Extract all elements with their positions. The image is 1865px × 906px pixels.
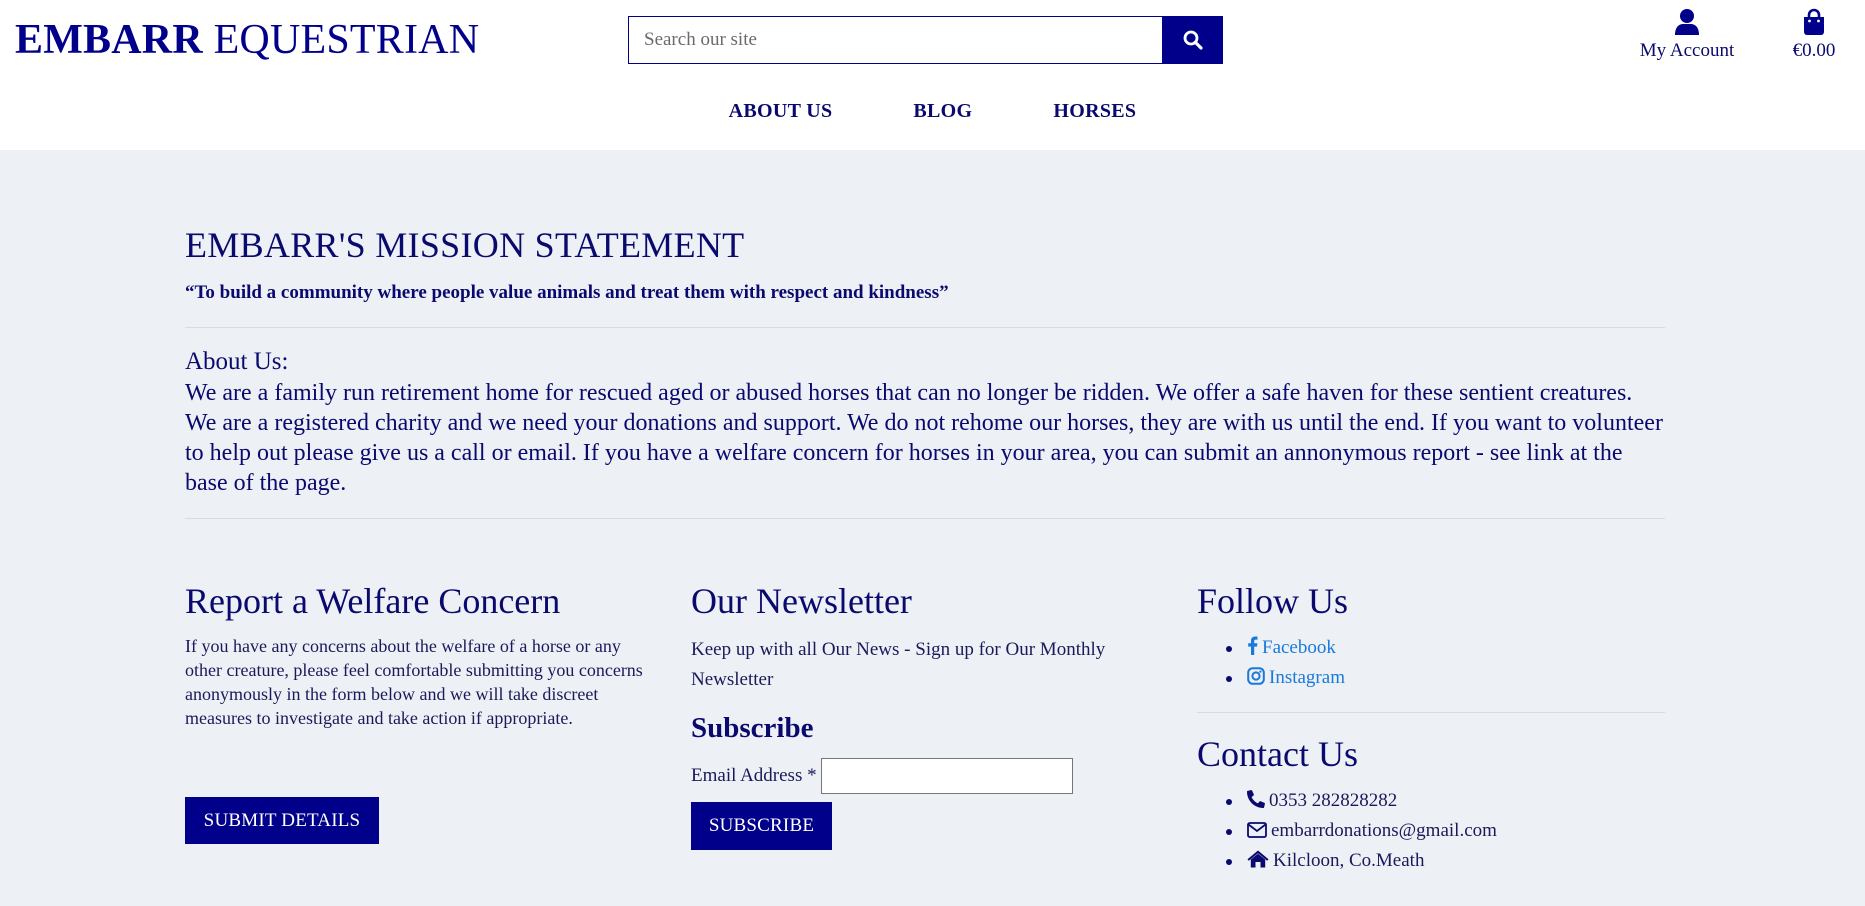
search-input[interactable] — [628, 16, 1162, 64]
subscribe-button[interactable]: SUBSCRIBE — [691, 802, 832, 850]
follow-heading: Follow Us — [1197, 581, 1349, 621]
mission-title: EMBARR'S MISSION STATEMENT — [185, 225, 745, 265]
facebook-icon — [1248, 636, 1258, 655]
about-heading: About Us: — [185, 348, 289, 375]
brand-name-light: EQUESTRIAN — [213, 17, 480, 63]
phone-icon — [1247, 790, 1265, 808]
search-button[interactable] — [1162, 16, 1223, 64]
list-item: Facebook — [1197, 633, 1345, 663]
my-account-link[interactable]: My Account — [1630, 8, 1744, 62]
my-account-label: My Account — [1639, 40, 1735, 61]
nav-horses[interactable]: HORSES — [1053, 100, 1136, 122]
instagram-label: Instagram — [1269, 667, 1345, 688]
instagram-link[interactable]: Instagram — [1247, 667, 1345, 688]
nav-blog[interactable]: BLOG — [913, 100, 972, 122]
brand-name-bold: EMBARR — [15, 17, 203, 63]
divider — [185, 327, 1665, 328]
search-form — [628, 16, 1223, 64]
instagram-icon — [1247, 667, 1265, 685]
email-input[interactable] — [820, 758, 1073, 794]
list-item: 0353 282828282 — [1197, 786, 1497, 816]
facebook-label: Facebook — [1262, 637, 1336, 658]
list-item: Instagram — [1197, 663, 1345, 693]
search-icon — [1183, 30, 1203, 50]
email-label: Email Address * — [691, 765, 817, 786]
home-icon — [1247, 850, 1269, 868]
newsletter-heading: Our Newsletter — [691, 581, 912, 621]
phone-number: 0353 282828282 — [1269, 790, 1398, 811]
facebook-link[interactable]: Facebook — [1247, 636, 1336, 658]
email-row: Email Address * — [691, 758, 1073, 794]
social-list: Facebook Instagram — [1197, 633, 1345, 693]
shopping-bag-icon — [1804, 8, 1824, 35]
subscribe-heading: Subscribe — [691, 712, 814, 744]
site-header: EMBARR EQUESTRIAN My Account €0.00 ABOUT… — [0, 0, 1865, 150]
submit-details-button[interactable]: SUBMIT DETAILS — [185, 797, 379, 844]
address: Kilcloon, Co.Meath — [1273, 850, 1425, 871]
report-text: If you have any concerns about the welfa… — [185, 636, 643, 728]
email-address: embarrdonations@gmail.com — [1271, 820, 1497, 841]
report-heading: Report a Welfare Concern — [185, 581, 561, 621]
list-item: embarrdonations@gmail.com — [1197, 816, 1497, 846]
contact-list: 0353 282828282 embarrdonations@gmail.com… — [1197, 786, 1497, 876]
nav-about-us[interactable]: ABOUT US — [729, 100, 833, 122]
list-item: Kilcloon, Co.Meath — [1197, 846, 1497, 876]
bag-total: €0.00 — [1792, 40, 1836, 61]
contact-heading: Contact Us — [1197, 734, 1358, 774]
divider — [1197, 712, 1665, 713]
main-nav: ABOUT US BLOG HORSES — [0, 100, 1865, 123]
main-content: EMBARR'S MISSION STATEMENT “To build a c… — [0, 150, 1865, 906]
newsletter-text: Keep up with all Our News - Sign up for … — [691, 639, 1106, 690]
envelope-icon — [1247, 822, 1267, 838]
user-icon — [1675, 9, 1699, 35]
mission-quote: “To build a community where people value… — [185, 282, 949, 303]
about-body: We are a family run retirement home for … — [185, 380, 1663, 496]
divider — [185, 518, 1665, 519]
shopping-bag-link[interactable]: €0.00 — [1780, 8, 1848, 62]
brand-logo[interactable]: EMBARR EQUESTRIAN — [15, 16, 479, 64]
